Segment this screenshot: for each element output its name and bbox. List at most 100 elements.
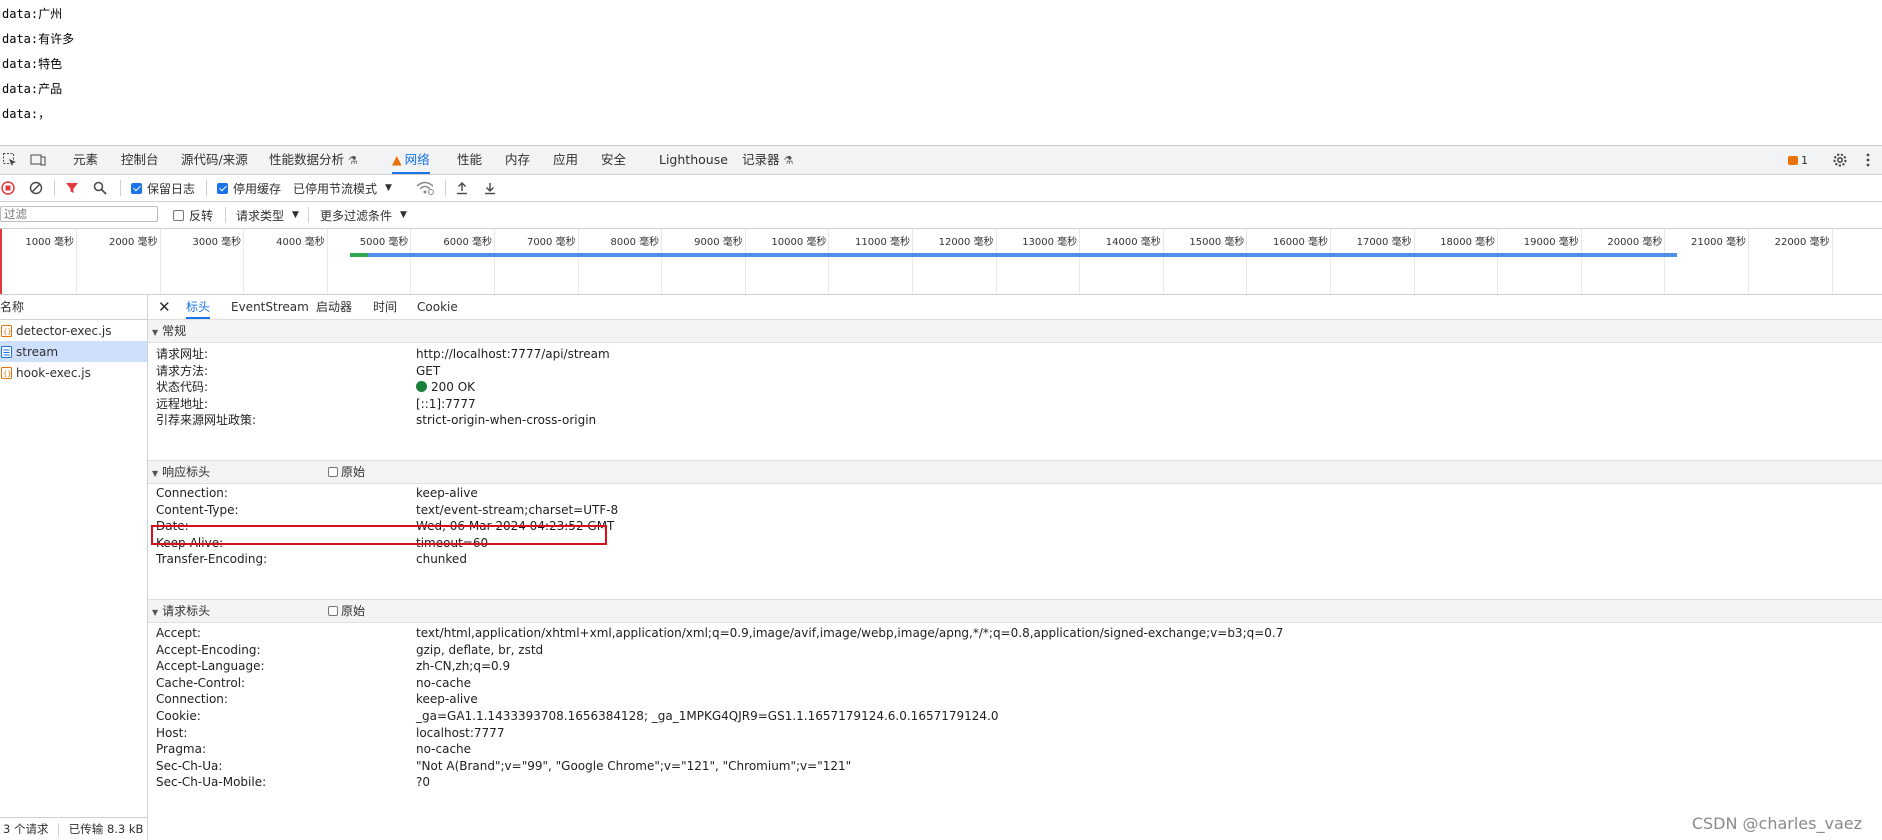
toolbar-divider: [225, 207, 226, 223]
data-line: data:有许多: [2, 30, 74, 47]
disable-cache-checkbox[interactable]: 停用缓存: [217, 175, 281, 201]
close-icon[interactable]: ✕: [158, 295, 171, 319]
header-value-text: text/event-stream;charset=UTF-8: [416, 502, 619, 517]
request-name: stream: [16, 344, 59, 359]
filter-icon[interactable]: [65, 175, 79, 201]
header-key: Host:: [156, 725, 188, 740]
tab-performance-insights[interactable]: 性能数据分析 ⚗: [269, 146, 358, 174]
request-raw-checkbox[interactable]: 原始: [328, 600, 365, 622]
issues-badge[interactable]: 1: [1788, 152, 1808, 168]
request-row-stream[interactable]: stream: [0, 341, 147, 362]
tab-recorder[interactable]: 记录器 ⚗: [742, 146, 793, 174]
section-request-headers-header[interactable]: ▼ 请求标头 原始: [148, 599, 1882, 623]
throttling-select[interactable]: 已停用节流模式 ▼: [293, 175, 392, 201]
tick-label: 16000 毫秒: [1273, 237, 1328, 248]
import-har-icon[interactable]: [455, 175, 469, 201]
grid-line: [1748, 229, 1749, 294]
device-toolbar-icon[interactable]: [28, 150, 48, 170]
more-filters-dropdown[interactable]: 更多过滤条件 ▼: [320, 202, 407, 228]
stream-request-bar: [350, 253, 1677, 257]
more-options-icon[interactable]: [1858, 150, 1878, 170]
tab-headers[interactable]: 标头: [186, 295, 211, 319]
request-row-detector-exec[interactable]: {} detector-exec.js: [0, 320, 147, 341]
tab-initiator[interactable]: 启动器: [316, 295, 352, 319]
section-response-headers-header[interactable]: ▼ 响应标头 原始: [148, 460, 1882, 484]
tab-console[interactable]: 控制台: [121, 146, 159, 174]
header-value[interactable]: chunked: [416, 549, 467, 569]
grid-line: [1580, 229, 1582, 294]
devtools-panel: 元素 控制台 源代码/来源 性能数据分析 ⚗ ▲ 网络 性能 内存 应用 安全 Li…: [0, 145, 1882, 840]
tab-security[interactable]: 安全: [601, 146, 626, 174]
request-list: 名称 {} detector-exec.js stream {} hook-ex…: [0, 295, 148, 840]
invert-checkbox[interactable]: 反转: [173, 202, 213, 228]
header-key: Cookie:: [156, 709, 201, 723]
grid-line: [1330, 229, 1331, 294]
request-name: hook-exec.js: [16, 365, 91, 380]
header-value-text: GET: [416, 363, 441, 378]
section-general-header[interactable]: ▼ 常规: [148, 319, 1882, 343]
header-value[interactable]: strict-origin-when-cross-origin: [416, 410, 596, 430]
header-row: Transfer-Encoding: chunked: [156, 549, 467, 569]
filter-input[interactable]: [0, 206, 158, 222]
data-text: 特色: [38, 57, 63, 71]
tab-sources[interactable]: 源代码/来源: [181, 146, 248, 174]
data-line: data:，: [2, 105, 50, 122]
export-har-icon[interactable]: [483, 175, 497, 201]
tab-elements[interactable]: 元素: [73, 146, 98, 174]
preserve-log-checkbox[interactable]: 保留日志: [131, 175, 195, 201]
grid-line: [326, 229, 328, 294]
header-key: Connection:: [156, 486, 228, 500]
record-stop-icon[interactable]: [1, 175, 15, 201]
header-value-text: localhost:7777: [416, 725, 505, 740]
tick-label: 9000 毫秒: [694, 237, 743, 248]
data-text: ，: [38, 107, 51, 121]
toolbar-divider: [308, 207, 309, 223]
search-icon[interactable]: [93, 175, 107, 201]
flask-icon: ⚗: [348, 154, 358, 167]
tick-label: 230: [1855, 233, 1882, 244]
tab-cookie[interactable]: Cookie: [417, 295, 458, 319]
tick-label: 15000 毫秒: [1189, 237, 1245, 248]
tick-label: 11000 毫秒: [855, 237, 910, 248]
inspect-element-icon[interactable]: [0, 150, 20, 170]
header-value[interactable]: text/html,application/xhtml+xml,applicat…: [416, 623, 1283, 643]
network-conditions-icon[interactable]: [416, 175, 434, 201]
tick-label: 7000 毫秒: [526, 237, 576, 248]
grid-line: [1162, 229, 1164, 294]
tab-lighthouse[interactable]: Lighthouse: [659, 146, 728, 174]
name-column-header[interactable]: 名称: [0, 295, 147, 320]
tick-label: 3000 毫秒: [192, 237, 242, 248]
content-type-highlight: [151, 525, 607, 545]
tab-performance[interactable]: 性能: [457, 146, 482, 174]
header-key: 状态代码:: [156, 380, 209, 395]
header-key: 请求网址:: [156, 347, 209, 361]
tab-application[interactable]: 应用: [553, 146, 578, 174]
tab-network[interactable]: ▲ 网络: [392, 146, 430, 174]
grid-line: [828, 229, 830, 294]
waiting-bar: [350, 253, 368, 257]
checkbox-label: 原始: [341, 604, 366, 618]
header-key: Sec-Ch-Ua-Mobile:: [156, 775, 267, 790]
settings-gear-icon[interactable]: [1830, 150, 1850, 170]
data-text: 有许多: [38, 32, 75, 46]
tab-timing[interactable]: 时间: [373, 295, 397, 319]
toolbar-divider: [445, 180, 446, 196]
grid-line: [1831, 229, 1833, 294]
request-row-hook-exec[interactable]: {} hook-exec.js: [0, 362, 147, 383]
header-key: Content-Type:: [156, 502, 239, 517]
tab-memory[interactable]: 内存: [505, 146, 530, 174]
network-toolbar: 保留日志 停用缓存 已停用节流模式 ▼: [0, 175, 1882, 202]
network-overview-timeline[interactable]: 1000 毫秒 2000 毫秒 3000 毫秒 4000 毫秒 5000 毫秒 6000 …: [0, 229, 1882, 295]
header-value[interactable]: ?0: [416, 772, 430, 792]
header-value[interactable]: "Not A(Brand";v="99", "Google Chrome";v=…: [416, 756, 851, 776]
clear-icon[interactable]: [29, 175, 43, 201]
header-key: Connection:: [156, 692, 228, 707]
request-details: ✕ 标头 EventStream 启动器 时间 Cookie ▼ 常规 请求网址:…: [148, 295, 1882, 840]
request-types-dropdown[interactable]: 请求类型 ▼: [236, 202, 299, 228]
dropdown-label: 更多过滤条件: [320, 208, 393, 223]
detail-tabbar: ✕ 标头 EventStream 启动器 时间 Cookie: [148, 295, 1882, 320]
response-raw-checkbox[interactable]: 原始: [328, 461, 365, 483]
tab-eventstream[interactable]: EventStream: [231, 295, 309, 319]
header-key: Accept:: [156, 626, 201, 640]
header-value[interactable]: http://localhost:7777/api/stream: [416, 344, 610, 364]
